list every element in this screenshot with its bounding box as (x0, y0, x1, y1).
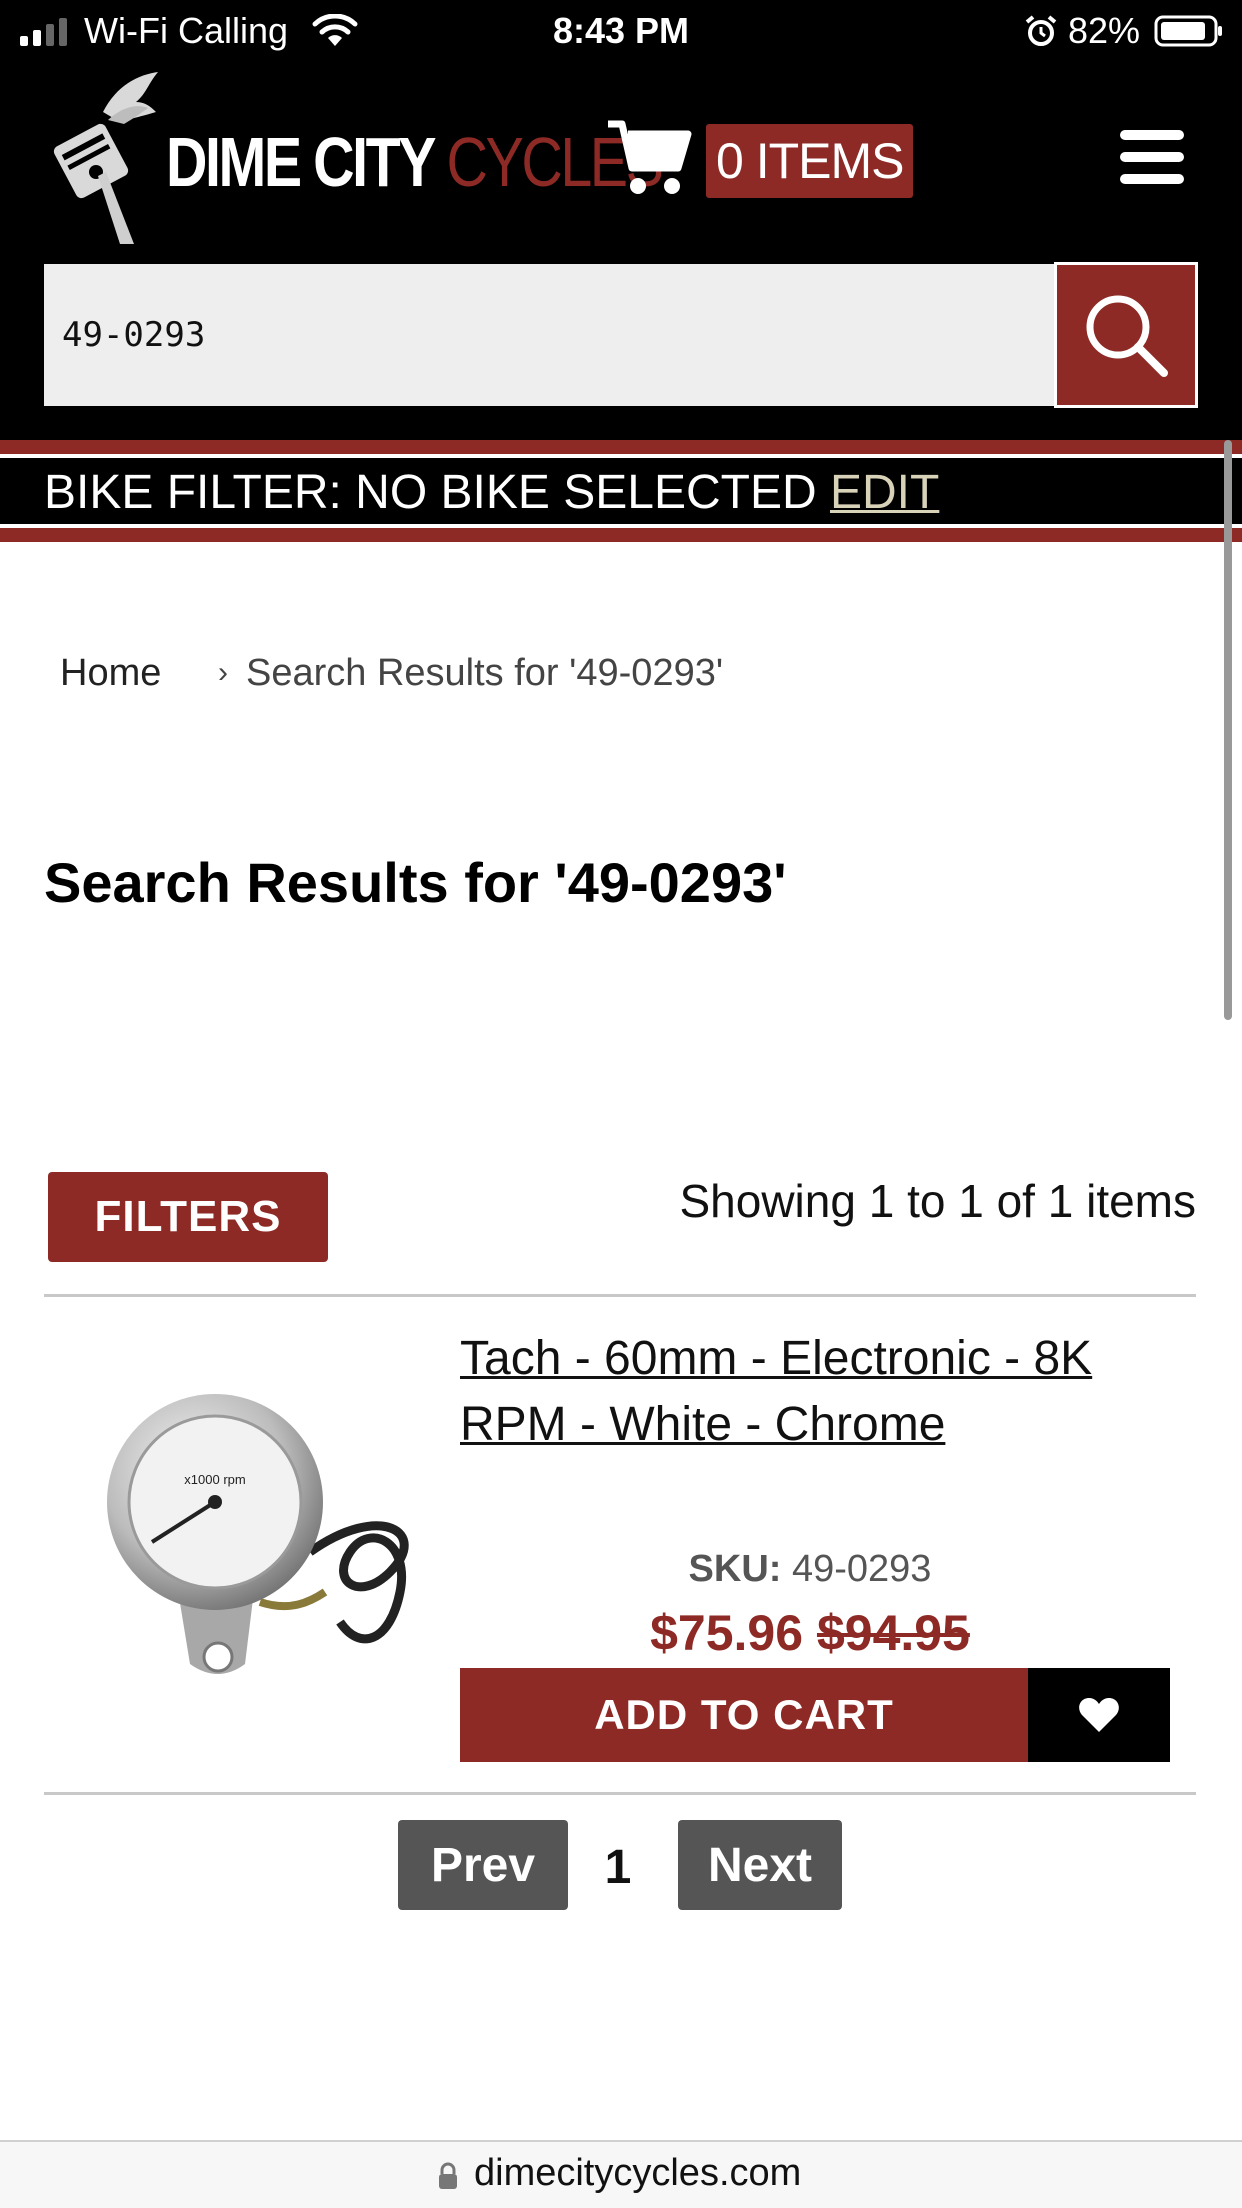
pagination-next-button[interactable]: Next (678, 1820, 842, 1910)
battery-icon (1154, 15, 1222, 47)
battery-percent: 82% (1068, 10, 1141, 51)
bike-filter-edit-link[interactable]: EDIT (830, 466, 939, 519)
winged-piston-logo-icon (53, 72, 158, 244)
results-count: Showing 1 to 1 of 1 items (679, 1175, 1196, 1227)
heart-icon (1079, 1698, 1119, 1732)
page-title: Search Results for '49-0293' (44, 851, 787, 914)
brand-name-white: DIME CITY (166, 123, 435, 201)
product-title-link[interactable]: Tach - 60mm - Electronic - 8K RPM - Whit… (460, 1326, 1180, 1458)
divider (44, 1294, 1196, 1297)
site-header: DIME CITY CYCLES 0 ITEMS (0, 64, 1242, 440)
breadcrumb-current: Search Results for '49-0293' (246, 652, 724, 694)
pagination-current-page: 1 (604, 1841, 632, 1894)
bike-filter-label: BIKE FILTER: NO BIKE SELECTED (44, 466, 817, 519)
sku-value: 49-0293 (791, 1548, 932, 1590)
filters-button[interactable]: FILTERS (48, 1172, 328, 1262)
sale-price: $75.96 (650, 1605, 804, 1661)
product-sku: SKU: 49-0293 (460, 1548, 1160, 1591)
sku-label: SKU: (688, 1548, 782, 1590)
product-image[interactable]: x1000 rpm (60, 1352, 428, 1702)
pagination-prev-button[interactable]: Prev (398, 1820, 568, 1910)
bike-filter-bar: BIKE FILTER: NO BIKE SELECTED EDIT (0, 440, 1242, 542)
lock-icon (439, 2162, 457, 2189)
search-input[interactable] (44, 264, 1054, 406)
shopping-cart-icon[interactable] (606, 116, 692, 196)
original-price: $94.95 (816, 1605, 970, 1661)
wishlist-button[interactable] (1028, 1668, 1170, 1762)
add-to-cart-button[interactable]: ADD TO CART (460, 1668, 1028, 1762)
hamburger-menu-icon[interactable] (1120, 130, 1184, 184)
product-price: $75.96 $94.95 (460, 1604, 1160, 1662)
browser-url-bar[interactable]: dimecitycycles.com (0, 2140, 1242, 2208)
alarm-icon (1025, 15, 1057, 46)
breadcrumb-separator: › (218, 656, 228, 689)
divider (44, 1792, 1196, 1795)
page-scrollbar[interactable] (1224, 440, 1232, 1020)
search-button[interactable] (1054, 262, 1198, 408)
status-bar: Wi-Fi Calling 8:43 PM 82% (0, 0, 1242, 64)
cart-count-badge[interactable]: 0 ITEMS (706, 124, 914, 198)
brand-wordmark: DIME CITY CYCLES (166, 122, 664, 202)
url-domain: dimecitycycles.com (474, 2152, 802, 2194)
site-logo[interactable]: DIME CITY CYCLES (48, 72, 664, 248)
breadcrumb-home[interactable]: Home (60, 652, 161, 695)
bike-filter-text: BIKE FILTER: NO BIKE SELECTED EDIT (44, 462, 939, 524)
gauge-dial-label: x1000 rpm (184, 1472, 245, 1487)
search-icon (1086, 295, 1168, 377)
